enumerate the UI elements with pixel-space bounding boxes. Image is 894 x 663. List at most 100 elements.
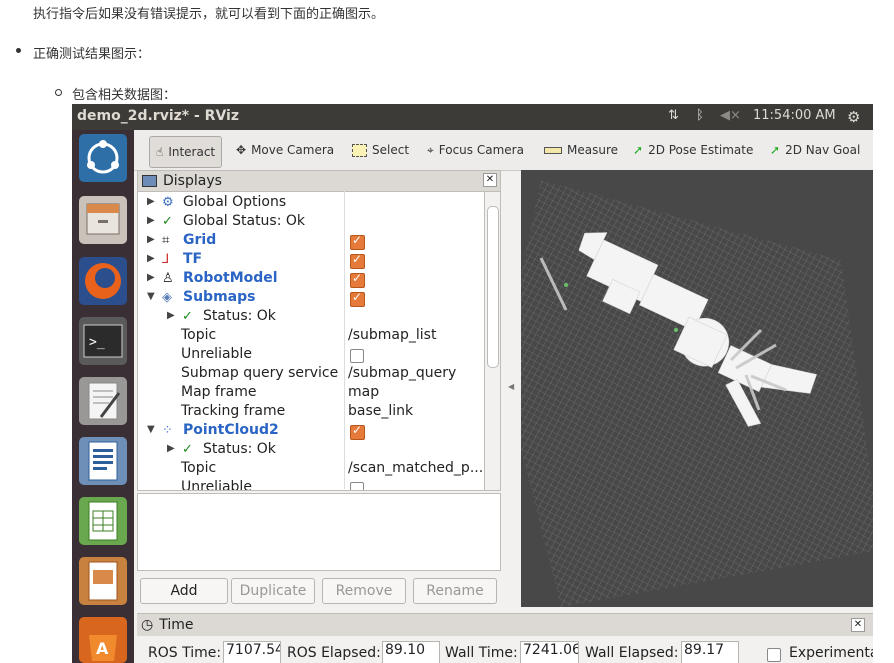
unreliable-checkbox[interactable] xyxy=(350,349,364,363)
pose-estimate-tool[interactable]: ➚ 2D Pose Estimate xyxy=(633,139,753,161)
tree-row-submaps-status[interactable]: ▶ ✓ Status: Ok xyxy=(138,308,485,327)
property-value[interactable]: base_link xyxy=(348,403,413,419)
expand-arrow-icon[interactable]: ▶ xyxy=(147,253,155,264)
wall-time-field[interactable]: 7241.06 xyxy=(520,641,579,663)
expand-arrow-icon[interactable]: ▶ xyxy=(167,310,175,321)
tree-row-pointcloud-topic[interactable]: Topic /scan_matched_p... xyxy=(138,460,485,479)
dash-home-icon[interactable] xyxy=(79,134,127,182)
sub-bullet-text: 包含相关数据图： xyxy=(72,88,177,103)
tree-row-pointcloud-status[interactable]: ▶ ✓ Status: Ok xyxy=(138,441,485,460)
move-camera-tool[interactable]: ✥ Move Camera xyxy=(236,139,334,161)
tree-row-tracking-frame[interactable]: Tracking frame base_link xyxy=(138,403,485,422)
expand-arrow-icon[interactable]: ▶ xyxy=(167,443,175,454)
property-value[interactable]: /scan_matched_p... xyxy=(348,460,483,476)
ros-elapsed-field[interactable]: 89.10 xyxy=(382,641,440,663)
interact-tool[interactable]: ☝ Interact xyxy=(149,136,223,168)
tree-row-tf[interactable]: ▶ ⅃ TF xyxy=(138,251,485,270)
network-icon[interactable]: ⇅ xyxy=(668,108,679,123)
ruler-icon xyxy=(544,146,562,154)
tree-row-topic[interactable]: Topic /submap_list xyxy=(138,327,485,346)
collapse-arrow-icon[interactable]: ▼ xyxy=(147,424,155,435)
volume-muted-icon[interactable]: ◀× xyxy=(720,108,741,123)
experimental-checkbox[interactable] xyxy=(767,648,781,662)
expand-arrow-icon[interactable]: ▶ xyxy=(147,215,155,226)
enabled-checkbox[interactable] xyxy=(350,252,365,269)
tree-row-grid[interactable]: ▶ ⌗ Grid xyxy=(138,232,485,251)
property-label: Unreliable xyxy=(181,479,252,491)
property-value[interactable]: /submap_list xyxy=(348,327,436,343)
settings-gear-icon[interactable]: ⚙ xyxy=(847,108,860,126)
grid-plane xyxy=(521,180,873,607)
clock[interactable]: 11:54:00 AM xyxy=(753,108,836,123)
wall-time-label: Wall Time: xyxy=(445,645,518,661)
robot-icon: ♙ xyxy=(162,271,174,286)
select-tool[interactable]: Select xyxy=(352,139,409,161)
tree-row-label: Status: Ok xyxy=(203,441,276,457)
time-title: Time xyxy=(159,617,194,633)
remove-button[interactable]: Remove xyxy=(322,578,406,604)
displays-scrollbar[interactable] xyxy=(484,191,501,491)
tree-row-submaps[interactable]: ▼ ◈ Submaps xyxy=(138,289,485,308)
splitter-handle-icon[interactable]: ◀ xyxy=(508,382,514,391)
tree-row-global-status[interactable]: ▶ ✓ Global Status: Ok xyxy=(138,213,485,232)
enabled-checkbox[interactable] xyxy=(350,423,365,440)
tree-row-pointcloud-unreliable[interactable]: Unreliable xyxy=(138,479,485,491)
close-panel-icon[interactable]: ✕ xyxy=(851,618,865,632)
impress-icon[interactable] xyxy=(79,557,127,605)
measure-label: Measure xyxy=(567,143,618,157)
tree-row-unreliable[interactable]: Unreliable xyxy=(138,346,485,365)
column-divider[interactable] xyxy=(344,191,345,489)
wall-elapsed-field[interactable]: 89.17 xyxy=(681,641,739,663)
title-bar: demo_2d.rviz* - RViz ⇅ ᛒ ◀× 11:54:00 AM … xyxy=(72,104,873,130)
scrollbar-thumb[interactable] xyxy=(487,206,499,368)
text-editor-icon[interactable] xyxy=(79,377,127,425)
expand-arrow-icon[interactable]: ▶ xyxy=(147,272,155,283)
tree-row-map-frame[interactable]: Map frame map xyxy=(138,384,485,403)
tree-row-label: RobotModel xyxy=(183,270,278,286)
duplicate-button[interactable]: Duplicate xyxy=(231,578,315,604)
nav-goal-tool[interactable]: ➚ 2D Nav Goal xyxy=(770,139,860,161)
property-value[interactable]: /submap_query xyxy=(348,365,456,381)
expand-arrow-icon[interactable]: ▶ xyxy=(147,196,155,207)
enabled-checkbox[interactable] xyxy=(350,233,365,250)
calc-icon[interactable] xyxy=(79,497,127,545)
measure-tool[interactable]: Measure xyxy=(544,139,618,161)
enabled-checkbox[interactable] xyxy=(350,290,365,307)
expand-arrow-icon[interactable]: ▶ xyxy=(147,234,155,245)
property-value[interactable]: map xyxy=(348,384,379,400)
files-icon[interactable] xyxy=(79,196,127,244)
tree-row-label: Status: Ok xyxy=(203,308,276,324)
displays-title: Displays xyxy=(163,173,222,189)
rename-button[interactable]: Rename xyxy=(413,578,497,604)
bullet-text: 正确测试结果图示： xyxy=(33,47,151,62)
select-icon xyxy=(352,143,367,157)
tree-row-label: Grid xyxy=(183,232,217,248)
enabled-checkbox[interactable] xyxy=(350,271,365,288)
tree-row-robotmodel[interactable]: ▶ ♙ RobotModel xyxy=(138,270,485,289)
bluetooth-icon[interactable]: ᛒ xyxy=(696,108,704,123)
tree-row-submap-query-service[interactable]: Submap query service /submap_query xyxy=(138,365,485,384)
render-view-3d[interactable] xyxy=(521,170,873,607)
displays-tree: ▶ ⚙ Global Options ▶ ✓ Global Status: Ok… xyxy=(137,191,486,491)
property-description-box xyxy=(137,493,501,571)
firefox-icon[interactable] xyxy=(79,257,127,305)
software-center-icon[interactable]: A xyxy=(79,617,127,663)
tree-row-label: Submaps xyxy=(183,289,256,305)
collapse-arrow-icon[interactable]: ▼ xyxy=(147,291,155,302)
property-label: Topic xyxy=(181,327,217,343)
terminal-icon[interactable]: >_ xyxy=(79,317,127,365)
ros-time-label: ROS Time: xyxy=(148,645,222,661)
focus-camera-tool[interactable]: ⌖ Focus Camera xyxy=(427,139,524,161)
tree-row-label: PointCloud2 xyxy=(183,422,279,438)
unreliable-checkbox[interactable] xyxy=(350,482,364,490)
tree-row-pointcloud2[interactable]: ▼ ⁘ PointCloud2 xyxy=(138,422,485,441)
diamond-icon: ◈ xyxy=(162,290,172,305)
tree-row-label: Global Status: Ok xyxy=(183,213,306,229)
move-camera-icon: ✥ xyxy=(236,143,247,157)
bullet-dot xyxy=(16,48,21,53)
ros-time-field[interactable]: 7107.54 xyxy=(223,641,281,663)
close-panel-icon[interactable]: ✕ xyxy=(483,173,497,187)
writer-icon[interactable] xyxy=(79,437,127,485)
tree-row-global-options[interactable]: ▶ ⚙ Global Options xyxy=(138,194,485,213)
add-button[interactable]: Add xyxy=(140,578,228,604)
